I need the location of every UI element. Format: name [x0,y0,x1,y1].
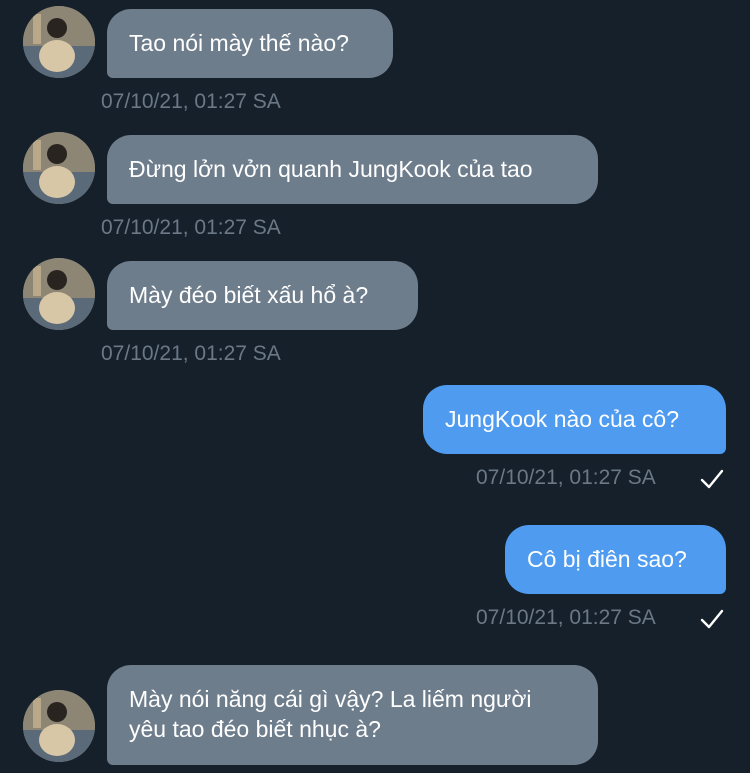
avatar-image [23,258,95,330]
message-timestamp: 07/10/21, 01:27 SA [476,466,656,489]
avatar[interactable] [23,258,95,330]
checkmark-icon [700,469,724,489]
avatar-image [23,132,95,204]
avatar[interactable] [23,690,95,762]
message-timestamp: 07/10/21, 01:27 SA [476,606,656,629]
avatar-image [23,690,95,762]
message-bubble[interactable]: Đừng lởn vởn quanh JungKook của tao [107,135,598,204]
checkmark-icon [700,609,724,629]
avatar[interactable] [23,132,95,204]
message-bubble[interactable]: JungKook nào của cô? [423,385,726,454]
avatar-image [23,6,95,78]
message-timestamp: 07/10/21, 01:27 SA [101,90,281,113]
message-timestamp: 07/10/21, 01:27 SA [101,342,281,365]
message-bubble[interactable]: Mày nói năng cái gì vậy? La liếm người y… [107,665,598,765]
avatar[interactable] [23,6,95,78]
message-timestamp: 07/10/21, 01:27 SA [101,216,281,239]
message-bubble[interactable]: Tao nói mày thế nào? [107,9,393,78]
message-bubble[interactable]: Mày đéo biết xấu hổ à? [107,261,418,330]
message-bubble[interactable]: Cô bị điên sao? [505,525,726,594]
